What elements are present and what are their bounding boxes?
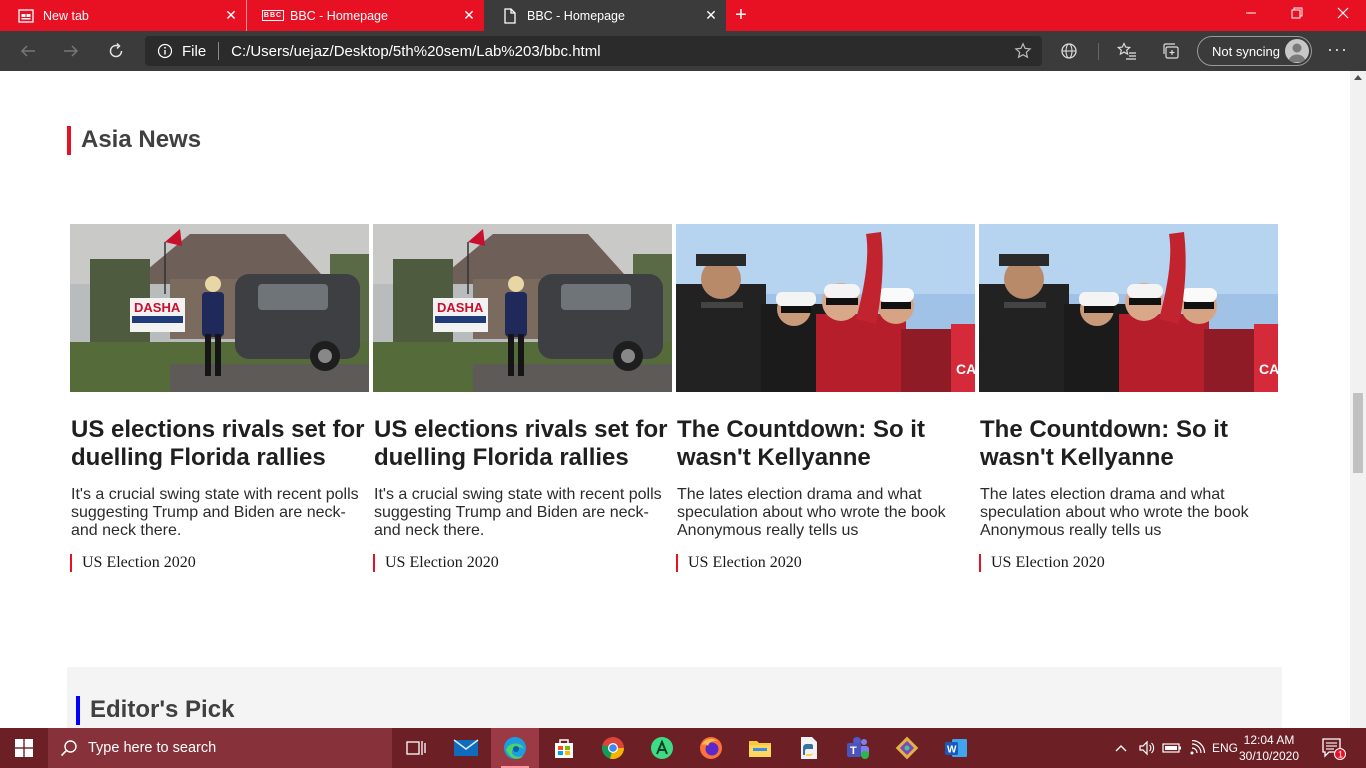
editors-pick-section: Editor's Pick bbox=[67, 667, 1282, 728]
bbc-favicon-icon: BBC bbox=[261, 10, 285, 21]
clock-date: 30/10/2020 bbox=[1238, 749, 1300, 763]
url-scheme-label: File bbox=[182, 42, 207, 60]
url-text[interactable]: C:/Users/uejaz/Desktop/5th%20sem/Lab%203… bbox=[231, 43, 600, 60]
store-app-icon[interactable] bbox=[540, 728, 588, 768]
edge-browser-icon[interactable] bbox=[491, 728, 539, 768]
tab-bbc-homepage-active[interactable]: BBC - Homepage ✕ bbox=[484, 0, 726, 31]
page-viewport: Asia News DASHA US elections rivals set … bbox=[0, 71, 1350, 728]
address-bar[interactable]: File C:/Users/uejaz/Desktop/5th%20sem/La… bbox=[145, 36, 1042, 66]
search-placeholder: Type here to search bbox=[88, 740, 217, 756]
divider bbox=[218, 42, 220, 60]
card-tag[interactable]: US Election 2020 bbox=[676, 554, 975, 572]
page-scrollbar[interactable] bbox=[1350, 71, 1366, 728]
back-arrow-icon[interactable] bbox=[16, 39, 40, 63]
rally-crowd-photo[interactable]: CA bbox=[979, 224, 1278, 392]
close-window-button[interactable] bbox=[1320, 0, 1366, 31]
tab-strip: New tab ✕ BBC BBC - Homepage ✕ BBC - Hom… bbox=[0, 0, 1366, 31]
teams-app-icon[interactable]: T bbox=[834, 728, 882, 768]
card-headline[interactable]: US elections rivals set for duelling Flo… bbox=[70, 416, 369, 472]
card-tag[interactable]: US Election 2020 bbox=[979, 554, 1278, 572]
favorites-icon[interactable] bbox=[1116, 40, 1138, 62]
svg-text:DASHA: DASHA bbox=[437, 300, 484, 315]
taskbar-search-box[interactable]: Type here to search bbox=[48, 728, 392, 768]
start-button[interactable] bbox=[0, 728, 48, 768]
card-tag[interactable]: US Election 2020 bbox=[70, 554, 369, 572]
document-icon bbox=[502, 7, 518, 24]
card-summary: It's a crucial swing state with recent p… bbox=[71, 486, 359, 539]
tab-title: New tab bbox=[43, 8, 89, 23]
firefox-browser-icon[interactable] bbox=[687, 728, 735, 768]
globe-extension-icon[interactable] bbox=[1058, 40, 1080, 62]
svg-text:CA: CA bbox=[1259, 361, 1278, 377]
tab-bbc-homepage[interactable]: BBC BBC - Homepage ✕ bbox=[246, 0, 484, 31]
svg-text:W: W bbox=[947, 745, 957, 756]
more-menu-icon[interactable]: ··· bbox=[1327, 39, 1348, 60]
git-tool-icon[interactable] bbox=[883, 728, 931, 768]
svg-text:T: T bbox=[850, 745, 857, 757]
search-icon bbox=[60, 740, 77, 757]
system-clock[interactable]: 12:04 AM 30/10/2020 bbox=[1236, 732, 1302, 764]
refresh-icon[interactable] bbox=[104, 39, 128, 63]
minimize-button[interactable] bbox=[1228, 0, 1274, 31]
tab-title: BBC - Homepage bbox=[527, 8, 625, 23]
android-studio-icon[interactable] bbox=[638, 728, 686, 768]
new-tab-page-icon bbox=[18, 8, 34, 23]
word-app-icon[interactable]: W bbox=[932, 728, 980, 768]
python-script-icon[interactable] bbox=[785, 728, 833, 768]
news-card[interactable]: CA The Countdown: So it wasn't Kellyanne… bbox=[979, 224, 1278, 572]
volume-icon[interactable] bbox=[1138, 728, 1156, 768]
news-card[interactable]: CA The Countdown: So it wasn't Kellyanne… bbox=[676, 224, 975, 572]
mail-app-icon[interactable] bbox=[442, 728, 490, 768]
scrollbar-thumb[interactable] bbox=[1353, 393, 1363, 473]
info-icon[interactable] bbox=[157, 43, 173, 59]
close-tab-icon[interactable]: ✕ bbox=[704, 8, 718, 22]
profile-sync-button[interactable]: Not syncing bbox=[1197, 36, 1312, 66]
section-title-editors-pick: Editor's Pick bbox=[76, 696, 234, 725]
svg-text:CA: CA bbox=[956, 361, 975, 377]
candidate-with-car-photo[interactable]: DASHA bbox=[70, 224, 369, 392]
collections-icon[interactable] bbox=[1160, 40, 1182, 62]
news-card[interactable]: DASHA US elections rivals set for duelli… bbox=[70, 224, 369, 572]
scroll-up-icon[interactable] bbox=[1354, 75, 1362, 80]
card-headline[interactable]: US elections rivals set for duelling Flo… bbox=[373, 416, 672, 472]
restore-button[interactable] bbox=[1274, 0, 1320, 31]
favorite-star-icon[interactable] bbox=[1014, 42, 1032, 65]
candidate-with-car-photo[interactable]: DASHA bbox=[373, 224, 672, 392]
card-summary: The lates election drama and what specul… bbox=[980, 486, 1249, 539]
card-tag[interactable]: US Election 2020 bbox=[373, 554, 672, 572]
close-tab-icon[interactable]: ✕ bbox=[224, 8, 238, 22]
card-summary: It's a crucial swing state with recent p… bbox=[374, 486, 662, 539]
wifi-icon[interactable] bbox=[1188, 728, 1206, 768]
chrome-browser-icon[interactable] bbox=[589, 728, 637, 768]
close-tab-icon[interactable]: ✕ bbox=[462, 8, 476, 22]
section-title-asia-news: Asia News bbox=[67, 126, 201, 155]
browser-toolbar: File C:/Users/uejaz/Desktop/5th%20sem/La… bbox=[0, 31, 1366, 71]
sync-status-label: Not syncing bbox=[1212, 43, 1280, 59]
language-indicator[interactable]: ENG bbox=[1212, 728, 1238, 768]
tab-new-tab[interactable]: New tab ✕ bbox=[0, 0, 246, 31]
card-summary: The lates election drama and what specul… bbox=[677, 486, 946, 539]
card-headline[interactable]: The Countdown: So it wasn't Kellyanne bbox=[979, 416, 1278, 472]
toolbar-divider bbox=[1098, 43, 1099, 60]
new-tab-button[interactable]: + bbox=[731, 4, 751, 26]
news-card[interactable]: DASHA US elections rivals set for duelli… bbox=[373, 224, 672, 572]
clock-time: 12:04 AM bbox=[1243, 733, 1295, 747]
card-headline[interactable]: The Countdown: So it wasn't Kellyanne bbox=[676, 416, 975, 472]
notification-count: 1 bbox=[1338, 750, 1343, 760]
forward-arrow-icon[interactable] bbox=[59, 39, 83, 63]
tab-title: BBC - Homepage bbox=[290, 8, 388, 23]
avatar bbox=[1285, 39, 1309, 63]
svg-text:DASHA: DASHA bbox=[134, 300, 181, 315]
windows-logo-icon bbox=[15, 739, 33, 757]
task-view-icon[interactable] bbox=[392, 728, 440, 768]
windows-taskbar: Type here to search T W ENG 12:04 AM 30/… bbox=[0, 728, 1366, 768]
rally-crowd-photo[interactable]: CA bbox=[676, 224, 975, 392]
action-center-icon[interactable]: 1 bbox=[1322, 738, 1346, 765]
file-explorer-icon[interactable] bbox=[736, 728, 784, 768]
battery-icon[interactable] bbox=[1162, 728, 1182, 768]
show-hidden-icons-icon[interactable] bbox=[1114, 728, 1128, 768]
